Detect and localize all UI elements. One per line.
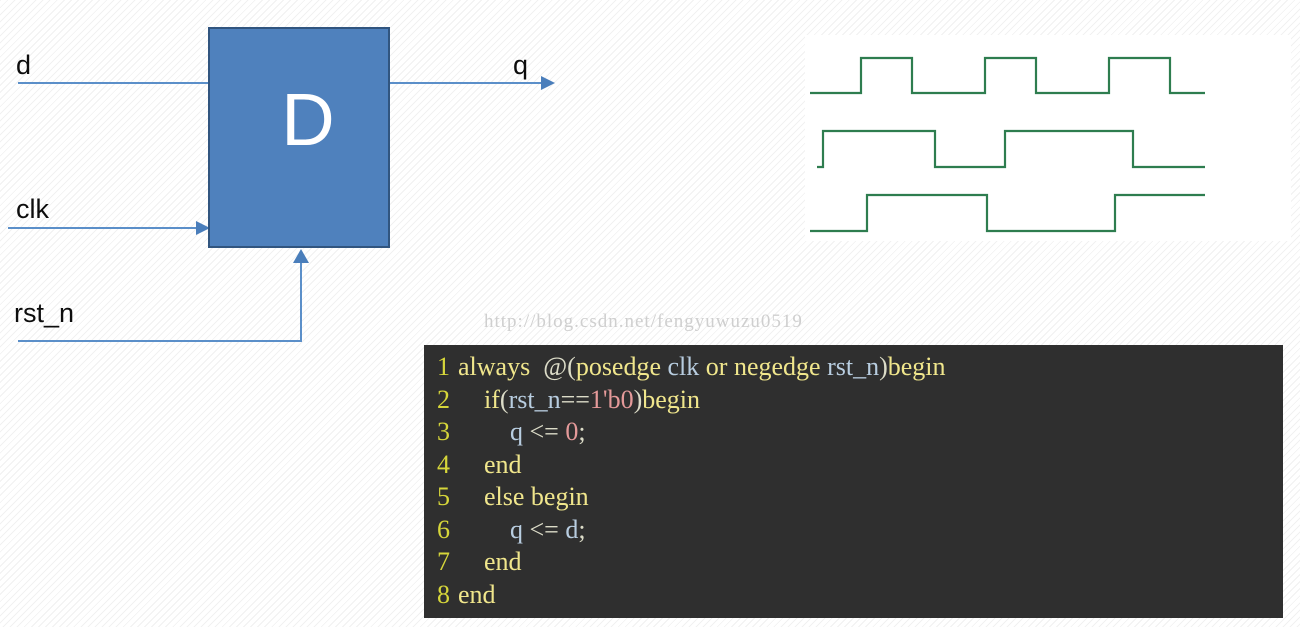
waveform-trace-clk [810,56,1205,95]
code-line: 6 q <= d; [424,514,1283,547]
port-label-clk: clk [16,194,49,224]
code-line: 8 end [424,579,1283,612]
code-line-text: q <= 0; [510,417,586,446]
wire-d-input [18,82,218,84]
diagram-canvas: d q clk rst_n D http://blog.csdn.net/fen… [0,0,1300,627]
code-line-number: 8 [437,579,450,609]
code-line-text: q <= d; [510,514,586,544]
code-line: 3 q <= 0; [424,416,1283,449]
code-line-number: 7 [437,547,450,576]
code-line-number: 2 [437,384,450,414]
code-line-number: 6 [437,514,450,544]
code-line: 7 end [424,546,1283,579]
code-line: 5 else begin [424,481,1283,514]
d-flipflop-label: D [281,77,335,161]
wire-q-output [388,82,543,84]
code-line-text: always @(posedge clk or negedge rst_n)be… [458,352,946,381]
code-line-text: end [484,449,522,479]
arrow-right-icon-q [541,76,555,90]
code-line: 2 if(rst_n==1'b0)begin [424,384,1283,417]
code-line: 1 always @(posedge clk or negedge rst_n)… [424,351,1283,384]
waveform-svg [810,56,1205,233]
wire-clk-input [8,227,198,229]
code-line-number: 4 [437,449,450,479]
port-label-d: d [16,50,32,80]
waveform-trace-d [817,129,1205,169]
code-line-number: 3 [437,417,450,446]
wire-rst-n-vertical [300,262,302,342]
code-line: 4 end [424,449,1283,482]
watermark-text: http://blog.csdn.net/fengyuwuzu0519 [484,311,803,332]
code-line-text: end [484,547,522,576]
code-line-text: if(rst_n==1'b0)begin [484,384,701,414]
waveform-panel [805,35,1291,241]
wire-rst-n-horizontal [18,340,302,342]
code-line-number: 5 [437,482,450,511]
code-line-number: 1 [437,352,450,381]
waveform-trace-q [810,193,1205,233]
arrow-up-icon-rst-n [293,249,309,263]
port-label-q: q [513,50,529,80]
port-label-rst-n: rst_n [14,298,75,328]
code-block: 1 always @(posedge clk or negedge rst_n)… [424,345,1283,618]
d-flipflop-block: D [208,27,390,248]
code-line-text: else begin [484,482,589,511]
code-line-text: end [458,579,496,609]
